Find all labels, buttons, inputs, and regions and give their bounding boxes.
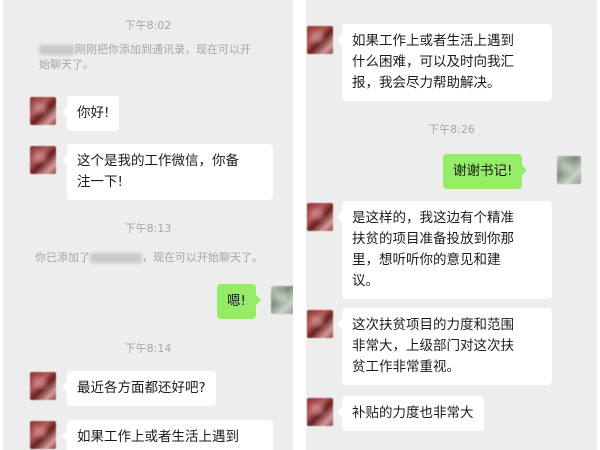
chat-panel-left: 下午8:02 刚刚把你添加到通讯录，现在可以开 始聊天了。 你好! 这个是我的工… <box>3 0 293 450</box>
message-bubble[interactable]: 这次扶贫项目的力度和范围 非常大，上级部门对这次扶 贫工作非常重视。 <box>337 308 552 385</box>
message-text-line1: 如果工作上或者生活上遇到 <box>352 33 514 49</box>
system-text-prefix: 你已添加了 <box>35 251 90 264</box>
timestamp: 下午8:26 <box>428 123 475 136</box>
message-bubble-self[interactable]: 嗯! <box>217 284 261 319</box>
message-text-line1: 如果工作上或者生活上遇到 <box>77 429 239 445</box>
system-text-line1: 刚刚把你添加到通讯录，现在可以开 <box>75 43 251 56</box>
system-message-added: 你已添加了 ，现在可以开始聊天了。 <box>35 250 293 265</box>
contact-avatar[interactable] <box>307 203 333 231</box>
message-bubble[interactable]: 你好! <box>61 96 120 131</box>
system-text-suffix: ，现在可以开始聊天了。 <box>142 251 263 264</box>
message-text-line3: 里，想听听你的意见和建 <box>352 252 501 268</box>
blurred-name <box>39 45 75 55</box>
message-text-line1: 是这样的，我这边有个精准 <box>352 210 514 226</box>
contact-avatar[interactable] <box>307 26 333 54</box>
message-bubble[interactable]: 如果工作上或者生活上遇到 什么困难，可以及时向我汇 报，我会尽力帮助解决。 <box>337 24 552 101</box>
message-text-line2: 非常大，上级部门对这次扶 <box>352 338 514 354</box>
self-avatar[interactable] <box>557 156 581 184</box>
message-bubble[interactable]: 如果工作上或者生活上遇到 <box>62 420 273 450</box>
message-bubble[interactable]: 是这样的，我这边有个精准 扶贫的项目准备投放到你那 里，想听听你的意见和建 议。 <box>337 201 552 299</box>
message-text-line1: 这个是我的工作微信，你备 <box>77 153 239 169</box>
system-message-added: 刚刚把你添加到通讯录，现在可以开 始聊天了。 <box>39 42 289 72</box>
message-text: 谢谢书记! <box>453 163 513 179</box>
message-bubble-self[interactable]: 谢谢书记! <box>443 154 528 189</box>
message-text-line2: 什么困难，可以及时向我汇 <box>352 54 514 70</box>
contact-avatar[interactable] <box>30 372 56 400</box>
timestamp: 下午8:13 <box>124 222 172 235</box>
self-avatar[interactable] <box>271 286 293 314</box>
message-text-line1: 这次扶贫项目的力度和范围 <box>352 317 514 333</box>
message-text-line3: 贫工作非常重视。 <box>352 359 460 375</box>
message-text: 嗯! <box>227 293 246 309</box>
message-bubble[interactable]: 补贴的力度也非常大 <box>337 396 484 431</box>
contact-avatar[interactable] <box>307 310 333 338</box>
message-bubble[interactable]: 最近各方面都还好吧? <box>62 371 216 406</box>
timestamp: 下午8:14 <box>124 342 172 355</box>
message-bubble[interactable]: 这个是我的工作微信，你备 注一下! <box>62 144 273 200</box>
message-text-line3: 报，我会尽力帮助解决。 <box>352 75 501 91</box>
contact-avatar[interactable] <box>30 421 56 449</box>
contact-avatar[interactable] <box>307 398 333 426</box>
message-text-line2: 扶贫的项目准备投放到你那 <box>352 231 514 247</box>
message-text: 你好! <box>77 105 110 121</box>
contact-avatar[interactable] <box>30 97 56 125</box>
message-text-line2: 注一下! <box>77 174 123 190</box>
message-text-line4: 议。 <box>352 273 379 289</box>
blurred-name <box>90 253 142 263</box>
timestamp: 下午8:02 <box>124 19 172 32</box>
contact-avatar[interactable] <box>30 146 56 174</box>
chat-panel-right: 如果工作上或者生活上遇到 什么困难，可以及时向我汇 报，我会尽力帮助解决。 下午… <box>306 0 597 450</box>
message-text: 最近各方面都还好吧? <box>77 380 206 396</box>
system-text-line2: 始聊天了。 <box>39 58 94 71</box>
message-text: 补贴的力度也非常大 <box>352 405 474 421</box>
